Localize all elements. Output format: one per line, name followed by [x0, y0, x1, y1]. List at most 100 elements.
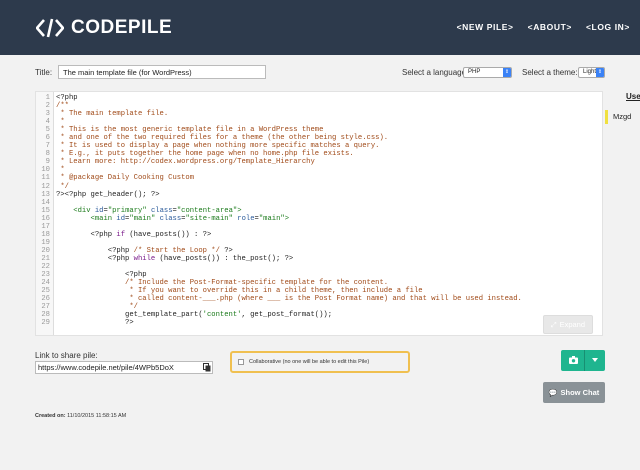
code-line: 23 <?php	[36, 271, 602, 279]
code-token: (have_posts()) : ?>	[125, 230, 212, 239]
code-line: 15 <div id="primary" class="content-area…	[36, 207, 602, 215]
code-line: 12 */	[36, 183, 602, 191]
copy-icon[interactable]	[203, 363, 211, 372]
code-line: 13 ?><?php get_header(); ?>	[36, 191, 602, 199]
code-token: if	[116, 230, 126, 239]
code-line: 24 /* Include the Post-Format-specific t…	[36, 279, 602, 287]
code-token: /**	[56, 102, 69, 111]
logo[interactable]: CODEPILE	[36, 16, 172, 40]
code-token: 'content'	[202, 311, 242, 320]
line-content: /* Include the Post-Format-specific temp…	[52, 279, 388, 287]
code-token: class	[159, 214, 182, 223]
line-number: 16	[41, 214, 50, 223]
code-token: <?php	[56, 254, 134, 263]
code-token: "site-main"	[185, 214, 238, 223]
line-number: 1	[45, 94, 50, 102]
code-editor[interactable]: 1 <?php 2/** 3 * The main template file. 4 *…	[35, 91, 603, 336]
line-content: <?php if (have_posts()) : ?>	[52, 230, 212, 239]
code-line: 29 ?>	[36, 319, 602, 327]
code-token: *	[56, 166, 65, 175]
code-token: <main	[90, 214, 117, 223]
code-line: 18 <?php if (have_posts()) : ?>	[36, 231, 602, 239]
line-number: 22	[41, 262, 50, 271]
line-number: 2	[45, 102, 50, 111]
code-token: * If you want to override this in a chil…	[56, 287, 423, 296]
code-line: 4 *	[36, 118, 602, 126]
code-token: */	[56, 303, 138, 312]
expand-icon: ⤢	[550, 322, 557, 329]
code-token: * Learn more: http://codex.wordpress.org…	[56, 158, 315, 167]
code-line: 11 * @package Daily Cooking Custom	[36, 174, 602, 182]
language-select[interactable]: PHP ⇕	[463, 67, 512, 78]
code-line: 16 <main id="main" class="site-main" rol…	[36, 215, 602, 223]
nav-new-pile[interactable]: <NEW PILE>	[457, 22, 514, 32]
code-line: 25 * If you want to override this in a c…	[36, 287, 602, 295]
line-content: /**	[52, 102, 69, 110]
code-token: class	[150, 206, 173, 215]
created-value: 11/10/2015 11:58:15 AM	[67, 413, 127, 419]
line-content: <div id="primary" class="content-area">	[52, 206, 241, 215]
select-arrows-icon: ⇕	[596, 68, 604, 77]
line-number: 29	[41, 319, 50, 328]
share-url-input[interactable]: https://www.codepile.net/pile/4WPb5DoX	[35, 361, 213, 374]
line-content	[52, 239, 56, 247]
line-content: ?><?php get_header(); ?>	[52, 191, 160, 199]
code-token: /* Include the Post-Format-specific temp…	[56, 279, 389, 288]
theme-label: Select a theme:	[522, 68, 578, 77]
line-content: * It is used to display a page when noth…	[52, 142, 380, 151]
code-token: >	[284, 214, 290, 223]
code-token: id	[116, 214, 126, 223]
code-token: <?php	[56, 271, 147, 280]
line-number: 26	[41, 295, 50, 304]
theme-select[interactable]: Light ⇕	[578, 67, 605, 78]
code-token: ?>	[219, 246, 233, 255]
code-token: "main"	[129, 214, 160, 223]
line-number: 19	[41, 238, 50, 247]
show-chat-label: Show Chat	[560, 388, 600, 397]
chevron-down-icon[interactable]	[592, 358, 598, 362]
code-token: * called content-___.php (where ___ is t…	[56, 295, 522, 304]
line-number: 12	[41, 182, 50, 191]
line-content: * Learn more: http://codex.wordpress.org…	[52, 158, 315, 167]
line-number: 11	[41, 174, 50, 183]
code-line: 8 * E.g., it puts together the home page…	[36, 150, 602, 158]
code-line: 21 <?php while (have_posts()) : the_post…	[36, 255, 602, 263]
line-number: 17	[41, 222, 50, 231]
line-content: */	[52, 303, 138, 311]
line-content: get_template_part('content', get_post_fo…	[52, 311, 332, 319]
expand-label: Expand	[559, 320, 586, 329]
line-content: * The main template file.	[52, 110, 168, 118]
camera-icon	[569, 356, 578, 364]
line-content: * This is the most generic template file…	[52, 126, 323, 134]
code-lines: 1 <?php 2/** 3 * The main template file. 4 *…	[36, 94, 602, 327]
line-content: <?php /* Start the Loop */ ?>	[52, 247, 233, 255]
code-token: "main"	[258, 214, 285, 223]
line-content: <?php while (have_posts()) : the_post();…	[52, 254, 294, 263]
code-token: get_template_part(	[56, 311, 203, 320]
expand-button[interactable]: ⤢ Expand	[543, 315, 593, 334]
line-content: *	[52, 166, 65, 175]
created-label: Created on:	[35, 413, 66, 419]
collaborative-checkbox[interactable]	[238, 359, 244, 365]
code-token: , get_post_format());	[241, 311, 333, 320]
snapshot-button[interactable]	[561, 350, 605, 371]
show-chat-button[interactable]: 💬 Show Chat	[543, 382, 605, 403]
code-token: <?php	[56, 230, 117, 239]
nav-log-in[interactable]: <LOG IN>	[586, 22, 630, 32]
code-line: 1 <?php	[36, 94, 602, 102]
line-number: 10	[41, 166, 50, 175]
code-token: ?><?php get_header(); ?>	[56, 190, 160, 199]
code-token: * It is used to display a page when noth…	[56, 142, 380, 151]
code-token: * This is the most generic template file…	[56, 126, 324, 135]
title-input[interactable]: The main template file (for WordPress)	[58, 65, 266, 79]
code-line: 3 * The main template file.	[36, 110, 602, 118]
code-token: <div	[73, 206, 95, 215]
code-token: *	[56, 118, 65, 127]
line-content: * @package Daily Cooking Custom	[52, 174, 194, 182]
language-label: Select a language:	[402, 68, 469, 77]
theme-value: Light	[583, 69, 597, 75]
line-content: <?php	[52, 271, 147, 279]
top-header: CODEPILE <NEW PILE> <ABOUT> <LOG IN>	[0, 0, 640, 55]
collaborative-toggle[interactable]: Collaborative (no one will be able to ed…	[230, 351, 410, 373]
nav-about[interactable]: <ABOUT>	[528, 22, 572, 32]
